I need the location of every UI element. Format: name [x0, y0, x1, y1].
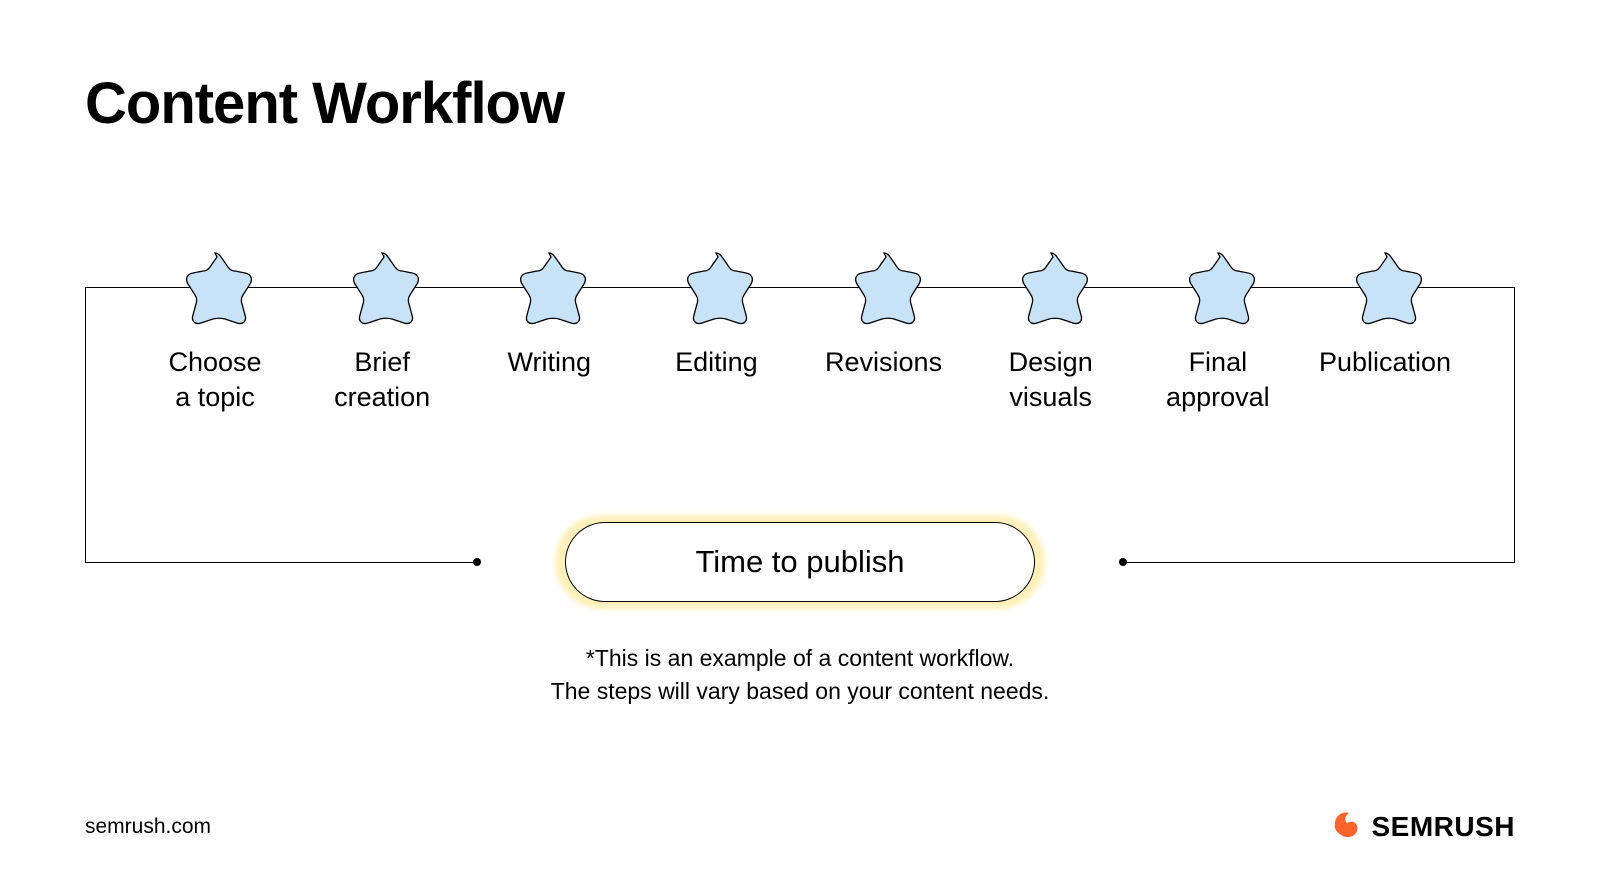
star-icon	[342, 247, 422, 327]
step-editing: Editing	[636, 247, 796, 415]
step-revisions: Revisions	[804, 247, 964, 415]
step-brief-creation: Brief creation	[302, 247, 462, 415]
star-icon	[1178, 247, 1258, 327]
steps-row: Choose a topic Brief creation Writing Ed…	[135, 247, 1465, 415]
step-design-visuals: Design visuals	[971, 247, 1131, 415]
step-final-approval: Final approval	[1138, 247, 1298, 415]
timeline-bottom-right	[1125, 562, 1515, 563]
star-icon	[175, 247, 255, 327]
connector-dot-left	[473, 558, 481, 566]
step-choose-topic: Choose a topic	[135, 247, 295, 415]
step-label: Editing	[675, 345, 758, 380]
connector-dot-right	[1119, 558, 1127, 566]
footnote: *This is an example of a content workflo…	[85, 642, 1515, 709]
step-label: Choose a topic	[168, 345, 261, 415]
logo-text: SEMRUSH	[1371, 811, 1515, 843]
star-icon	[844, 247, 924, 327]
footnote-line-2: The steps will vary based on your conten…	[85, 675, 1515, 708]
footer-url: semrush.com	[85, 815, 211, 839]
step-publication: Publication	[1305, 247, 1465, 415]
step-label: Final approval	[1166, 345, 1270, 415]
semrush-logo: SEMRUSH	[1329, 807, 1515, 846]
timeline-bottom-left	[85, 562, 475, 563]
star-icon	[1345, 247, 1425, 327]
step-label: Publication	[1319, 345, 1451, 380]
step-label: Design visuals	[1009, 345, 1093, 415]
step-label: Brief creation	[334, 345, 430, 415]
star-icon	[1011, 247, 1091, 327]
time-to-publish-pill: Time to publish	[565, 522, 1035, 602]
star-icon	[509, 247, 589, 327]
footnote-line-1: *This is an example of a content workflo…	[85, 642, 1515, 675]
step-writing: Writing	[469, 247, 629, 415]
flame-icon	[1329, 807, 1363, 846]
star-icon	[676, 247, 756, 327]
workflow-diagram: Choose a topic Brief creation Writing Ed…	[85, 247, 1515, 667]
step-label: Writing	[508, 345, 592, 380]
step-label: Revisions	[825, 345, 942, 380]
footer: semrush.com SEMRUSH	[85, 807, 1515, 846]
page-title: Content Workflow	[85, 70, 1515, 137]
